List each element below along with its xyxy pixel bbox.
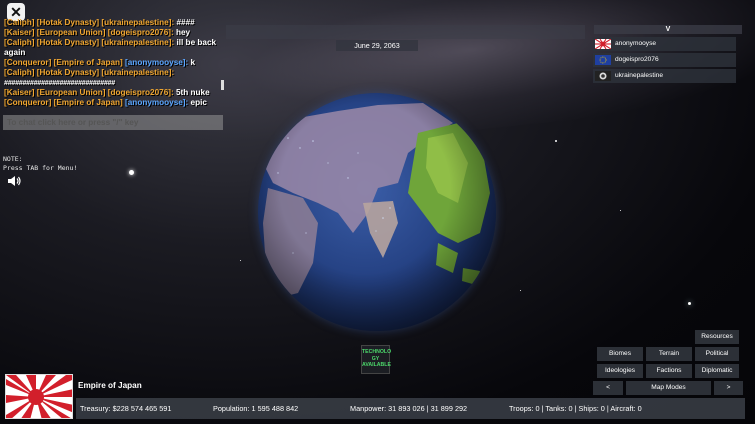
- chat-nation: [Hotak Dynasty]: [37, 38, 99, 47]
- rising-sun-flag-icon: [5, 374, 73, 419]
- technology-available-button[interactable]: TECHNOLO GY AVAILABLE: [361, 345, 390, 374]
- chat-title: [Caliph]: [4, 18, 34, 27]
- chat-user: [ukrainepalestine]:: [101, 68, 174, 77]
- treasury-stat: Treasury: $228 574 465 591: [80, 398, 171, 419]
- population-stat: Population: 1 595 488 842: [213, 398, 298, 419]
- star: [620, 210, 621, 211]
- player-row[interactable]: anonymooyse: [593, 37, 736, 51]
- tech-badge-text: AVAILABLE: [362, 362, 389, 369]
- chat-user: [ukrainepalestine]:: [101, 18, 174, 27]
- eu-flag-icon: [595, 55, 611, 65]
- chat-title: [Kaiser]: [4, 88, 35, 97]
- country-stats-bar: Treasury: $228 574 465 591 Population: 1…: [76, 398, 745, 419]
- chat-line: [Caliph] [Hotak Dynasty] [ukrainepalesti…: [0, 18, 226, 28]
- player-name: ukrainepalestine: [615, 69, 663, 83]
- chat-line: [Kaiser] [European Union] [dogeispro2076…: [0, 88, 226, 98]
- chat-line: [Conqueror] [Empire of Japan] [anonymooy…: [0, 98, 226, 108]
- star: [520, 290, 521, 291]
- chat-nation: [Empire of Japan]: [54, 58, 123, 67]
- chat-message: hey: [174, 28, 190, 37]
- globe-landmass: [258, 93, 496, 331]
- terrain-button[interactable]: Terrain: [646, 347, 692, 361]
- chat-title: [Kaiser]: [4, 28, 35, 37]
- round-emblem-flag-icon: [595, 71, 611, 81]
- game-date: June 29, 2063: [336, 40, 418, 51]
- star: [129, 170, 134, 175]
- note-label: NOTE:: [3, 155, 77, 164]
- chat-message: k: [188, 58, 195, 67]
- player-row[interactable]: ukrainepalestine: [593, 69, 736, 83]
- chat-title: [Caliph]: [4, 38, 34, 47]
- chat-user: [anonymooyse]:: [125, 98, 188, 107]
- chat-message: ##############################: [4, 78, 115, 87]
- chat-user: [ukrainepalestine]:: [101, 38, 174, 47]
- chat-nation: [Hotak Dynasty]: [37, 68, 99, 77]
- political-button[interactable]: Political: [695, 347, 739, 361]
- chat-nation: [Empire of Japan]: [54, 98, 123, 107]
- chat-log: [Caliph] [Hotak Dynasty] [ukrainepalesti…: [0, 18, 226, 108]
- chat-scrollbar[interactable]: [221, 80, 224, 90]
- map-mode-prev-button[interactable]: <: [593, 381, 623, 395]
- chat-title: [Caliph]: [4, 68, 34, 77]
- chat-nation: [Hotak Dynasty]: [37, 18, 99, 27]
- military-stat: Troops: 0 | Tanks: 0 | Ships: 0 | Aircra…: [509, 398, 642, 419]
- star: [555, 140, 557, 142]
- chat-message: epic: [188, 98, 207, 107]
- map-mode-next-button[interactable]: >: [714, 381, 743, 395]
- rising-sun-flag-icon: [595, 39, 611, 49]
- chat-message: 5th nuke: [174, 88, 210, 97]
- chat-line: [Caliph] [Hotak Dynasty] [ukrainepalesti…: [0, 68, 226, 88]
- chat-nation: [European Union]: [37, 28, 106, 37]
- star: [240, 260, 241, 261]
- ideologies-button[interactable]: Ideologies: [597, 364, 643, 378]
- world-globe[interactable]: [258, 93, 496, 331]
- biomes-button[interactable]: Biomes: [597, 347, 643, 361]
- note-hint: Press TAB for Menu!: [3, 164, 77, 173]
- speaker-icon[interactable]: [7, 175, 21, 187]
- top-bar: [226, 25, 585, 39]
- players-toggle[interactable]: V: [594, 25, 742, 34]
- chat-title: [Conqueror]: [4, 58, 51, 67]
- chat-line: [Caliph] [Hotak Dynasty] [ukrainepalesti…: [0, 38, 226, 58]
- star: [688, 302, 691, 305]
- player-name: anonymooyse: [615, 37, 656, 51]
- country-name: Empire of Japan: [78, 381, 142, 390]
- chat-title: [Conqueror]: [4, 98, 51, 107]
- chat-nation: [European Union]: [37, 88, 106, 97]
- resources-button[interactable]: Resources: [695, 330, 739, 344]
- player-name: dogeispro2076: [615, 53, 659, 67]
- chat-user: [dogeispro2076]:: [108, 28, 174, 37]
- chat-line: [Conqueror] [Empire of Japan] [anonymooy…: [0, 58, 226, 68]
- manpower-stat: Manpower: 31 893 026 | 31 899 292: [350, 398, 467, 419]
- diplomatic-button[interactable]: Diplomatic: [695, 364, 739, 378]
- chat-message: ####: [174, 18, 195, 27]
- player-row[interactable]: dogeispro2076: [593, 53, 736, 67]
- chat-user: [anonymooyse]:: [125, 58, 188, 67]
- factions-button[interactable]: Factions: [646, 364, 692, 378]
- chat-input[interactable]: To chat click here or press "/" key: [3, 115, 223, 130]
- tech-badge-text: TECHNOLO: [362, 349, 389, 356]
- chat-user: [dogeispro2076]:: [108, 88, 174, 97]
- map-modes-label: Map Modes: [626, 381, 711, 395]
- chat-line: [Kaiser] [European Union] [dogeispro2076…: [0, 28, 226, 38]
- note-text: NOTE: Press TAB for Menu!: [3, 155, 77, 173]
